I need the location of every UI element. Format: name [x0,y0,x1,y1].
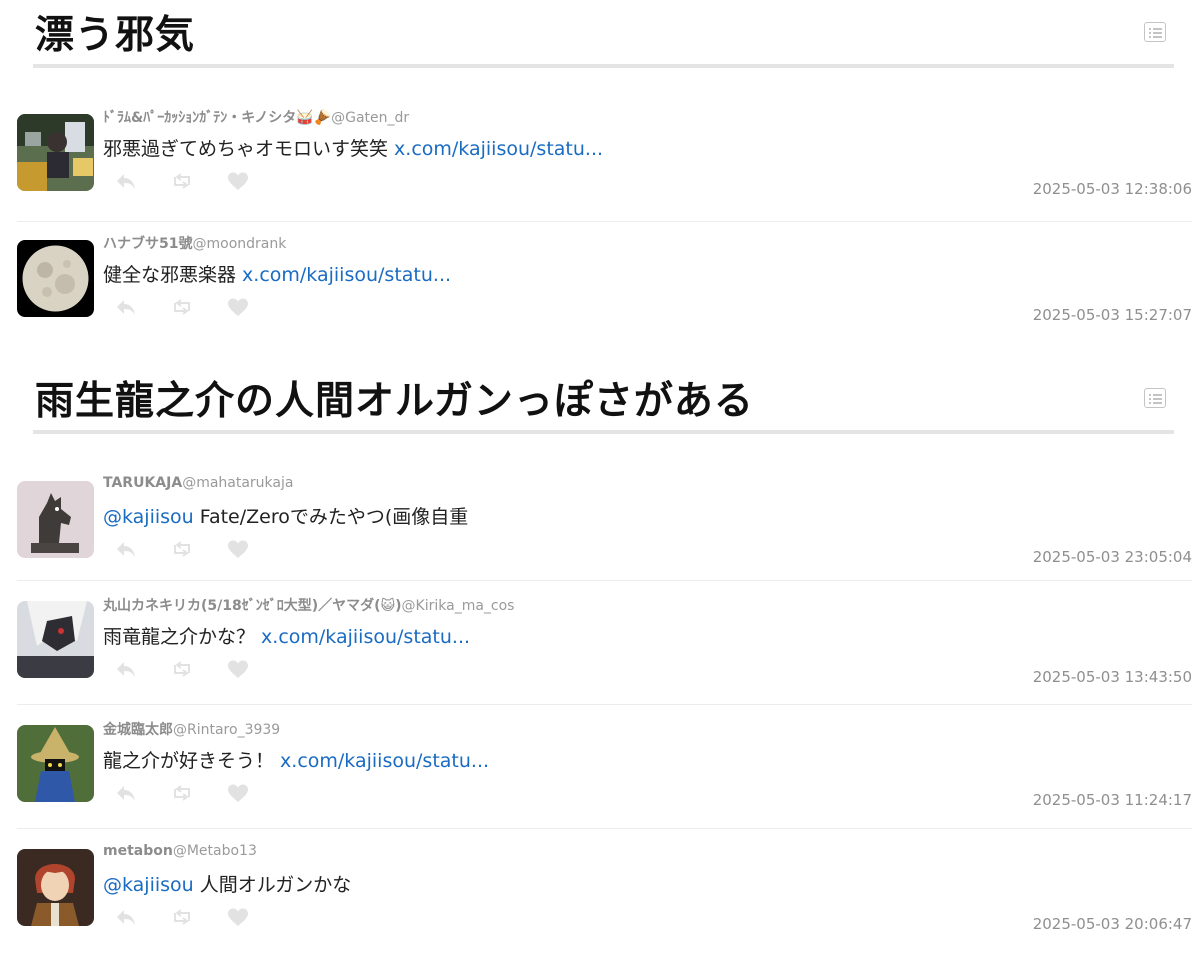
tweet-actions [114,907,277,927]
tweet-body: Fate/Zeroでみたやつ(画像自重 [193,506,469,528]
list-icon[interactable] [1144,22,1166,42]
tweet-actions [114,171,277,191]
user-handle[interactable]: @moondrank [192,236,286,252]
tweet-header: ハナブサ51號@moondrank [103,233,286,253]
tweet: TARUKAJA@mahatarukaja @kajiisou Fate/Zer… [17,436,1192,581]
user-name[interactable]: 丸山カネキリカ(5/18ｾﾞﾝｾﾞﾛ大型)／ヤマダ(😺) [103,598,402,614]
list-icon[interactable] [1144,388,1166,408]
tweet-link[interactable]: x.com/kajiisou/statu... [242,264,451,286]
reply-icon[interactable] [114,659,138,679]
tweet-body: 邪悪過ぎてめちゃオモロいす笑笑 [103,138,395,160]
tweet-header: TARUKAJA@mahatarukaja [103,475,293,491]
tweet-text: 邪悪過ぎてめちゃオモロいす笑笑 x.com/kajiisou/statu... [103,134,603,161]
retweet-icon[interactable] [170,907,194,927]
heart-icon[interactable] [226,783,250,803]
tweet-text: 龍之介が好きそう！ x.com/kajiisou/statu... [103,746,489,773]
user-handle[interactable]: @Rintaro_3939 [173,722,280,738]
retweet-icon[interactable] [170,539,194,559]
avatar[interactable] [17,849,94,926]
tweet: ハナブサ51號@moondrank 健全な邪悪楽器 x.com/kajiisou… [17,222,1192,346]
reply-icon[interactable] [114,539,138,559]
tweet: 金城臨太郎@Rintaro_3939 龍之介が好きそう！ x.com/kajii… [17,705,1192,829]
user-name[interactable]: ハナブサ51號 [103,236,192,252]
tweet-body: 雨竜龍之介かな？ [103,626,262,648]
retweet-icon[interactable] [170,659,194,679]
section-header: 雨生龍之介の人間オルガンっぽさがある [0,366,1200,436]
tweet-actions [114,659,277,679]
tweet-timestamp[interactable]: 2025-05-03 11:24:17 [1033,791,1192,809]
tweet-timestamp[interactable]: 2025-05-03 12:38:06 [1033,180,1192,198]
tweet-mention[interactable]: @kajiisou [103,874,194,896]
tweet-body: 健全な邪悪楽器 [103,264,243,286]
user-handle[interactable]: @Kirika_ma_cos [402,598,515,614]
tweet-timestamp[interactable]: 2025-05-03 13:43:50 [1033,668,1192,686]
user-name[interactable]: 金城臨太郎 [103,722,173,738]
heart-icon[interactable] [226,539,250,559]
avatar[interactable] [17,240,94,317]
retweet-icon[interactable] [170,297,194,317]
retweet-icon[interactable] [170,171,194,191]
avatar-full-moon [17,240,94,317]
tweet-timestamp[interactable]: 2025-05-03 23:05:04 [1033,548,1192,566]
section-title: 漂う邪気 [35,13,196,58]
avatar-black-mage-cosplay [17,725,94,802]
section-header: 漂う邪気 [0,0,1200,70]
avatar[interactable] [17,725,94,802]
tweet-actions [114,539,277,559]
avatar[interactable] [17,601,94,678]
retweet-icon[interactable] [170,783,194,803]
tweet-body: 人間オルガンかな [193,874,352,896]
section-title: 雨生龍之介の人間オルガンっぽさがある [35,379,754,424]
avatar-horse-illustration [17,481,94,558]
tweet-text: 健全な邪悪楽器 x.com/kajiisou/statu... [103,260,451,287]
tweet-mention[interactable]: @kajiisou [103,506,194,528]
tweet-timestamp[interactable]: 2025-05-03 20:06:47 [1033,915,1192,933]
user-handle[interactable]: @mahatarukaja [182,475,293,491]
heart-icon[interactable] [226,297,250,317]
tweet: ﾄﾞﾗﾑ&ﾊﾟｰｶｯｼｮﾝｶﾞﾃﾝ・キノシタ🥁🪘@Gaten_dr 邪悪過ぎてめ… [17,98,1192,222]
avatar-photo-drummer [17,114,94,191]
user-handle[interactable]: @Gaten_dr [331,110,409,126]
tweet-header: 丸山カネキリカ(5/18ｾﾞﾝｾﾞﾛ大型)／ヤマダ(😺)@Kirika_ma_c… [103,595,514,615]
tweet-header: metabon@Metabo13 [103,843,257,859]
avatar[interactable] [17,114,94,191]
avatar[interactable] [17,481,94,558]
reply-icon[interactable] [114,783,138,803]
tweet-body: 龍之介が好きそう！ [103,750,281,772]
tweet-link[interactable]: x.com/kajiisou/statu... [280,750,489,772]
tweet-link[interactable]: x.com/kajiisou/statu... [394,138,603,160]
user-name[interactable]: TARUKAJA [103,475,182,491]
tweet-text: @kajiisou 人間オルガンかな [103,870,351,897]
tweet-actions [114,783,277,803]
tweet-header: 金城臨太郎@Rintaro_3939 [103,719,280,739]
section-drifting-evil: 漂う邪気 ﾄﾞﾗﾑ&ﾊﾟｰｶｯｼｮﾝｶﾞﾃﾝ・キノシタ🥁🪘@Gaten_dr 邪… [0,0,1200,346]
reply-icon[interactable] [114,907,138,927]
section-divider [33,64,1174,68]
reply-icon[interactable] [114,171,138,191]
tweet-link[interactable]: x.com/kajiisou/statu... [261,626,470,648]
reply-icon[interactable] [114,297,138,317]
heart-icon[interactable] [226,907,250,927]
user-name[interactable]: metabon [103,843,173,859]
tweet: metabon@Metabo13 @kajiisou 人間オルガンかな 2025… [17,829,1192,953]
avatar-cosplay-photo [17,601,94,678]
tweet-text: 雨竜龍之介かな？ x.com/kajiisou/statu... [103,622,470,649]
heart-icon[interactable] [226,171,250,191]
heart-icon[interactable] [226,659,250,679]
tweet-header: ﾄﾞﾗﾑ&ﾊﾟｰｶｯｼｮﾝｶﾞﾃﾝ・キノシタ🥁🪘@Gaten_dr [103,107,409,127]
tweet-actions [114,297,277,317]
user-handle[interactable]: @Metabo13 [173,843,257,859]
tweet-text: @kajiisou Fate/Zeroでみたやつ(画像自重 [103,502,468,529]
section-ryunosuke-human-organ: 雨生龍之介の人間オルガンっぽさがある TARUKAJA@mahatarukaja… [0,366,1200,953]
tweet-timestamp[interactable]: 2025-05-03 15:27:07 [1033,306,1192,324]
section-divider [33,430,1174,434]
user-name[interactable]: ﾄﾞﾗﾑ&ﾊﾟｰｶｯｼｮﾝｶﾞﾃﾝ・キノシタ🥁🪘 [103,110,331,126]
tweet: 丸山カネキリカ(5/18ｾﾞﾝｾﾞﾛ大型)／ヤマダ(😺)@Kirika_ma_c… [17,581,1192,705]
avatar-anime-character [17,849,94,926]
